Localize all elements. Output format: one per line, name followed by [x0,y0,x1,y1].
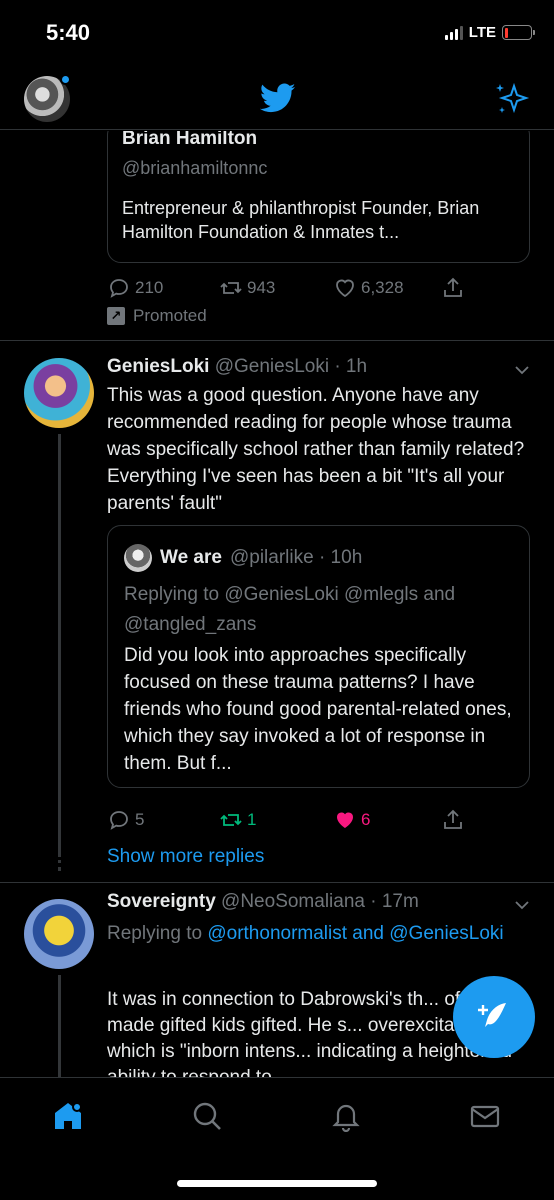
share-button[interactable] [441,808,465,832]
retweet-count: 943 [247,278,276,297]
show-more-replies-link[interactable]: Show more replies [107,846,264,868]
sparkle-icon[interactable] [494,80,530,116]
thread-line [58,434,61,854]
share-icon [444,809,462,829]
card-handle: @brianhamiltonnc [122,158,268,178]
card-bio: Entrepreneur & philanthropist Founder, B… [122,198,480,242]
retweet-icon [220,282,242,294]
promoted-icon: ↗ [107,307,125,325]
card-name: Brian Hamilton [122,131,258,149]
reply-icon [110,279,128,298]
retweet-count: 1 [247,810,257,829]
twitter-bird-icon[interactable] [257,80,299,116]
avatar[interactable] [24,899,94,969]
home-icon [55,1102,82,1129]
quoted-tweet[interactable]: We are @pilarlike · 10h Replying to @Gen… [107,525,530,788]
quote-text: Did you look into approaches specificall… [124,645,512,774]
heart-filled-icon [337,812,353,828]
reply-icon [110,811,128,830]
author-meta: @NeoSomaliana · 17m [221,891,419,912]
tweet-header: GeniesLoki @GeniesLoki · 1h [107,356,367,378]
nav-messages[interactable] [465,1096,505,1136]
author-name: Sovereignty [107,891,216,912]
status-time: 5:40 [46,20,91,45]
status-bar: 5:40 LTE [0,0,554,68]
battery-icon [502,25,535,40]
notification-dot [60,74,71,85]
author-name: GeniesLoki [107,356,210,377]
author-meta: @GeniesLoki · 1h [214,356,368,377]
like-count: 6,328 [361,278,404,297]
reply-button[interactable]: 210 [107,276,219,300]
reply-count: 5 [135,810,145,829]
like-count: 6 [361,810,371,829]
tweet-text: This was a good question. Anyone have an… [107,385,525,514]
promoted-tweet[interactable]: Brian Hamilton @brianhamiltonnc Entrepre… [0,131,554,341]
signal-icon [444,25,463,40]
retweet-button[interactable]: 1 [219,808,333,832]
compose-quill-icon [478,1003,506,1027]
compose-tweet-button[interactable] [453,976,535,1058]
search-icon [193,1102,221,1130]
nav-notifications[interactable] [326,1096,366,1136]
home-indicator [177,1180,377,1187]
quote-avatar [124,544,152,572]
network-label: LTE [468,24,496,41]
thread-gap-dots [58,847,61,871]
heart-icon [336,279,354,298]
profile-card[interactable]: Brian Hamilton @brianhamiltonnc Entrepre… [107,131,530,263]
like-button[interactable]: 6 [333,808,441,832]
like-button[interactable]: 6,328 [333,276,441,300]
status-indicators: LTE [444,24,535,41]
thread-line [58,975,61,1077]
avatar[interactable] [24,358,94,428]
timeline[interactable]: Brian Hamilton @brianhamiltonnc Entrepre… [0,131,554,1077]
top-header [0,68,554,130]
share-icon [444,277,462,297]
nav-search[interactable] [187,1096,227,1136]
retweet-button[interactable]: 943 [219,276,333,300]
chevron-down-icon[interactable] [512,895,532,915]
nav-home[interactable] [48,1096,88,1136]
replying-to: Replying to @orthonormalist and @GeniesL… [107,923,504,944]
notifications-icon [332,1104,360,1132]
quote-replying-to: Replying to @GeniesLoki @mlegls and @tan… [124,584,456,635]
share-button[interactable] [441,276,465,300]
reply-button[interactable]: 5 [107,808,219,832]
reply-count: 210 [135,278,164,297]
replying-to-users[interactable]: @orthonormalist and @GeniesLoki [207,923,503,944]
tweet-genies-loki[interactable]: GeniesLoki @GeniesLoki · 1h This was a g… [0,342,554,862]
messages-icon [470,1105,500,1128]
chevron-down-icon[interactable] [512,360,532,380]
retweet-icon [220,814,242,826]
tweet-header: Sovereignty @NeoSomaliana · 17m [107,891,419,913]
quote-header: We are @pilarlike · 10h [124,544,362,572]
promoted-label: ↗ Promoted [107,306,207,326]
